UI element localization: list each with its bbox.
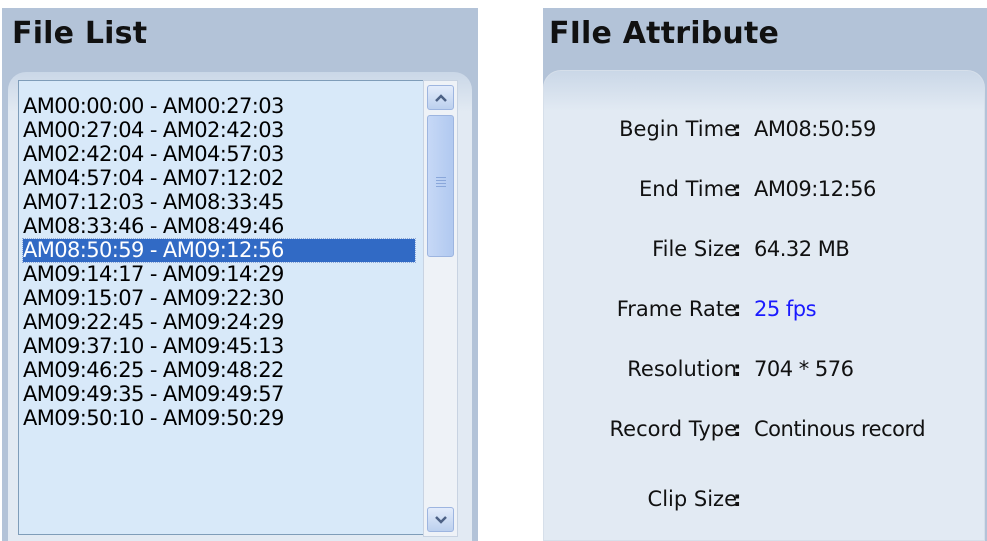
attr-row-begin-time: Begin Time : AM08:50:59: [544, 114, 984, 144]
chevron-up-icon: [435, 94, 447, 102]
attr-row-file-size: File Size : 64.32 MB: [544, 234, 984, 264]
attr-label: Clip Size: [647, 487, 737, 511]
list-item[interactable]: AM09:15:07 - AM09:22:30: [23, 287, 415, 310]
attr-value: 704 * 576: [754, 357, 854, 381]
list-item-selected[interactable]: AM08:50:59 - AM09:12:56: [22, 238, 416, 263]
file-attribute-frame: Begin Time : AM08:50:59 End Time : AM09:…: [543, 70, 985, 541]
attr-label: Resolution: [627, 357, 737, 381]
attr-colon: :: [733, 117, 742, 141]
grip-icon: [436, 177, 446, 178]
attr-colon: :: [733, 177, 742, 201]
attr-colon: :: [733, 297, 742, 321]
list-item[interactable]: AM00:27:04 - AM02:42:03: [23, 119, 415, 142]
list-item[interactable]: AM09:46:25 - AM09:48:22: [23, 359, 415, 382]
list-item[interactable]: AM07:12:03 - AM08:33:45: [23, 191, 415, 214]
attr-row-record-type: Record Type : Continous record: [544, 414, 984, 444]
attr-row-clip-size: Clip Size :: [544, 484, 984, 514]
attr-value: AM09:12:56: [754, 177, 876, 201]
attr-value: Continous record: [754, 417, 926, 441]
attr-colon: :: [733, 357, 742, 381]
list-item[interactable]: AM09:50:10 - AM09:50:29: [23, 407, 415, 430]
attr-label: End Time: [639, 177, 737, 201]
list-item[interactable]: AM08:33:46 - AM08:49:46: [23, 215, 415, 238]
attr-colon: :: [733, 417, 742, 441]
list-item[interactable]: AM09:49:35 - AM09:49:57: [23, 383, 415, 406]
scroll-down-button[interactable]: [427, 507, 454, 532]
file-listbox[interactable]: AM00:00:00 - AM00:27:03 AM00:27:04 - AM0…: [18, 80, 440, 535]
attr-row-resolution: Resolution : 704 * 576: [544, 354, 984, 384]
list-item[interactable]: AM09:37:10 - AM09:45:13: [23, 335, 415, 358]
scroll-thumb[interactable]: [427, 115, 454, 257]
attr-colon: :: [733, 237, 742, 261]
vertical-scrollbar[interactable]: [423, 80, 458, 537]
file-attribute-title: FIle Attribute: [549, 16, 780, 51]
attr-row-frame-rate: Frame Rate : 25 fps: [544, 294, 984, 324]
file-list-title: File List: [12, 16, 148, 51]
attr-colon: :: [733, 487, 742, 511]
file-attribute-panel: FIle Attribute Begin Time : AM08:50:59 E…: [543, 8, 987, 541]
list-item[interactable]: AM02:42:04 - AM04:57:03: [23, 143, 415, 166]
attr-value: 25 fps: [754, 297, 817, 321]
list-item[interactable]: AM09:22:45 - AM09:24:29: [23, 311, 415, 334]
chevron-down-icon: [435, 516, 447, 524]
attr-label: Begin Time: [619, 117, 737, 141]
attr-value: 64.32 MB: [754, 237, 850, 261]
list-item[interactable]: AM00:00:00 - AM00:27:03: [23, 95, 415, 118]
attr-value: AM08:50:59: [754, 117, 876, 141]
attr-label: File Size: [652, 237, 737, 261]
list-item[interactable]: AM04:57:04 - AM07:12:02: [23, 167, 415, 190]
scroll-up-button[interactable]: [427, 85, 454, 110]
attr-label: Record Type: [609, 417, 737, 441]
attr-row-end-time: End Time : AM09:12:56: [544, 174, 984, 204]
attr-label: Frame Rate: [616, 297, 737, 321]
list-item[interactable]: AM09:14:17 - AM09:14:29: [23, 263, 415, 286]
